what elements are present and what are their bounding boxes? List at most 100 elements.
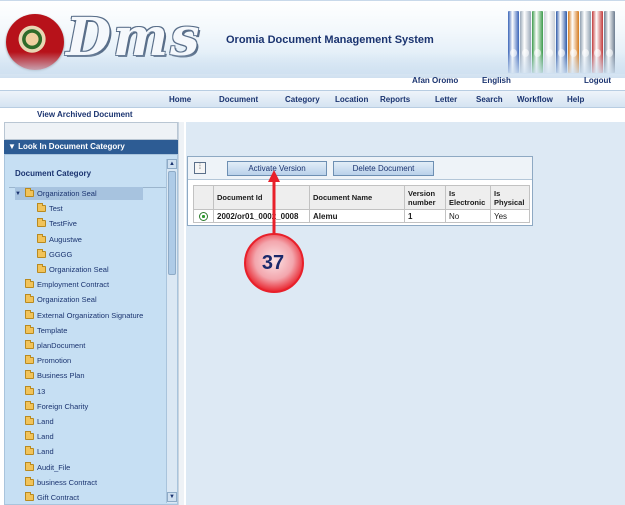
tree-item[interactable]: Organization Seal	[37, 263, 109, 276]
tree-item[interactable]: 13	[25, 385, 45, 398]
delete-document-button[interactable]: Delete Document	[333, 161, 434, 176]
column-header-document-name[interactable]: Document Name	[309, 185, 405, 210]
nav-workflow[interactable]: Workflow	[517, 95, 553, 104]
tree-item[interactable]: External Organization Signature	[25, 309, 143, 322]
folder-icon	[25, 431, 34, 441]
look-in-category-header[interactable]: ▼ Look In Document Category	[4, 140, 178, 154]
folder-icon	[25, 188, 34, 197]
tree-item[interactable]: Land	[25, 430, 54, 443]
tree-item[interactable]: Gift Contract	[25, 491, 79, 504]
folder-icon	[25, 492, 34, 501]
nav-search[interactable]: Search	[476, 95, 503, 104]
tree-item[interactable]: Augustwe	[37, 233, 82, 246]
language-afan-oromo-link[interactable]: Afan Oromo	[412, 76, 458, 85]
tree-item-label: GGGG	[49, 249, 73, 259]
left-panel-toolbar	[4, 122, 178, 140]
cell-is-physical: Yes	[490, 209, 530, 223]
folder-icon	[25, 279, 34, 289]
tree-item-label: Organization Seal	[49, 265, 109, 274]
folder-icon	[25, 355, 34, 365]
language-english-link[interactable]: English	[482, 76, 511, 85]
tree-item[interactable]: planDocument	[25, 339, 85, 352]
cell-version-number: 1	[404, 209, 446, 223]
scroll-down-button[interactable]: ▼	[167, 492, 177, 502]
tree-item[interactable]: business Contract	[25, 476, 97, 489]
nav-help[interactable]: Help	[567, 95, 584, 104]
folder-icon	[25, 400, 34, 410]
collapse-triangle-icon: ▼	[8, 142, 19, 151]
folder-icon	[25, 324, 34, 334]
look-in-category-title: Look In Document Category	[18, 142, 125, 151]
nav-document[interactable]: Document	[219, 95, 258, 104]
folder-icon	[37, 233, 46, 243]
folder-icon	[37, 218, 46, 228]
column-header-is-physical[interactable]: Is Physical	[490, 185, 530, 210]
nav-location[interactable]: Location	[335, 95, 368, 104]
grid-menu-icon[interactable]: ⁞	[194, 162, 206, 174]
tree-item-label: Foreign Charity	[37, 401, 89, 411]
column-header-version-number[interactable]: Version number	[404, 185, 446, 210]
tree-item-label: Promotion	[37, 356, 72, 366]
tree-item-label: TestFive	[49, 219, 77, 229]
tree-item-label: Land	[37, 447, 54, 457]
tree-item[interactable]: Organization Seal	[25, 293, 97, 306]
scroll-thumb[interactable]	[168, 171, 176, 275]
tree-item[interactable]: Test	[37, 202, 63, 215]
folder-icon	[25, 370, 34, 380]
callout-number: 37	[261, 251, 285, 274]
cell-is-electronic: No	[445, 209, 491, 223]
column-header-is-electronic[interactable]: Is Electronic	[445, 185, 491, 210]
folder-icon	[25, 476, 34, 486]
folder-icon	[25, 340, 34, 349]
document-category-title: Document Category	[15, 169, 92, 178]
folder-icon	[25, 385, 34, 395]
tree-item-label: Gift Contract	[37, 493, 80, 502]
tree-item[interactable]: GGGG	[37, 248, 72, 261]
document-version-grid: ⁞ Activate Version Delete Document Docum…	[187, 156, 533, 226]
expand-triangle-icon[interactable]: ▼	[15, 191, 23, 197]
tree-item-label: planDocument	[37, 341, 86, 350]
folder-icon	[37, 248, 46, 258]
tree-item-label: Augustwe	[49, 234, 82, 244]
cell-document-name: Alemu	[309, 209, 405, 223]
folder-icon	[37, 203, 46, 213]
row-select-radio[interactable]	[199, 211, 208, 221]
category-tree-panel: Document Category ▲ ▼ ▼ Organization Seal…	[4, 154, 178, 505]
system-title: Oromia Document Management System	[226, 34, 434, 46]
tree-item-label: Audit_File	[37, 462, 71, 472]
nav-category[interactable]: Category	[285, 95, 320, 104]
folder-icon	[25, 416, 34, 425]
nav-letter[interactable]: Letter	[435, 95, 457, 104]
tree-item[interactable]: Audit_File	[25, 461, 70, 474]
tree-item[interactable]: Foreign Charity	[25, 400, 88, 413]
tree-item[interactable]: TestFive	[37, 217, 77, 230]
tree-scrollbar[interactable]: ▲ ▼	[166, 159, 177, 503]
folder-icon	[25, 294, 34, 304]
folder-icon	[37, 264, 46, 273]
tree-item-label: Land	[37, 417, 54, 426]
row-select-cell[interactable]	[193, 209, 214, 223]
tree-item[interactable]: Business Plan	[25, 369, 85, 382]
tree-item-label: Organization Seal	[37, 295, 97, 305]
panel-splitter[interactable]	[178, 122, 184, 505]
tree-item-label: 13	[37, 386, 46, 396]
tree-item[interactable]: Template	[25, 324, 67, 337]
tree-item[interactable]: Employment Contract	[25, 278, 109, 291]
tree-item-label: Land	[37, 432, 54, 442]
tree-item[interactable]: ▼ Organization Seal	[15, 187, 143, 200]
header-wave	[0, 52, 625, 78]
nav-reports[interactable]: Reports	[380, 95, 410, 104]
tree-item-label: Organization Seal	[37, 189, 97, 198]
scroll-up-button[interactable]: ▲	[167, 159, 177, 169]
nav-home[interactable]: Home	[169, 95, 191, 104]
logout-link[interactable]: Logout	[584, 76, 611, 85]
tree-item[interactable]: Promotion	[25, 354, 71, 367]
view-archived-document-link[interactable]: View Archived Document	[37, 110, 133, 119]
tree-item[interactable]: Land	[25, 415, 54, 428]
folder-icon	[25, 309, 34, 319]
tree-item-label: External Organization Signature	[37, 310, 144, 320]
folder-icon	[25, 446, 34, 456]
tree-item[interactable]: Land	[25, 445, 54, 458]
tree-item-label: Template	[37, 325, 68, 335]
tree-item-label: Employment Contract	[37, 280, 110, 290]
